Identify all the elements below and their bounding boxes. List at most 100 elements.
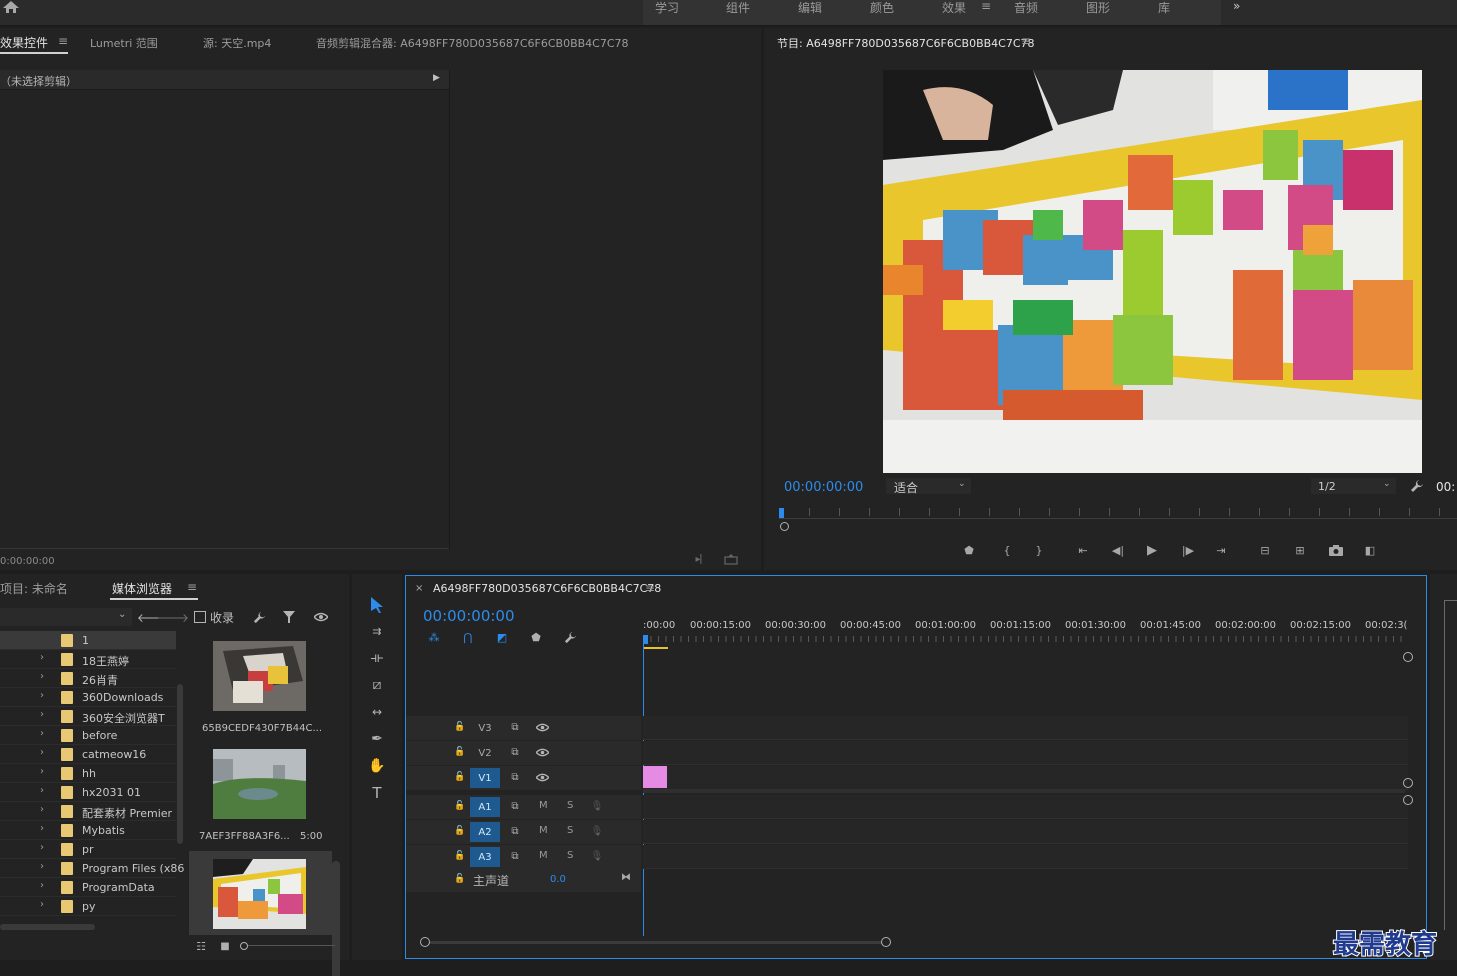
clip-thumbnail-3[interactable] <box>213 859 306 929</box>
home-icon[interactable] <box>2 0 20 14</box>
track-target-toggle[interactable]: A2 <box>470 822 500 842</box>
chevron-right-icon[interactable]: › <box>40 766 44 777</box>
folder-row[interactable]: › pr <box>0 840 176 859</box>
lock-icon[interactable]: 🔓 <box>454 825 466 837</box>
folder-row[interactable]: › 360Downloads <box>0 688 176 707</box>
audio-track-lane[interactable] <box>643 820 1408 844</box>
workspace-tab-libraries[interactable]: 库 <box>1158 0 1170 16</box>
mark-in-icon[interactable]: { <box>999 543 1015 557</box>
clip-grid-scrollbar[interactable] <box>332 861 340 976</box>
track-target-toggle[interactable]: V3 <box>470 718 500 738</box>
workspace-tab-color[interactable]: 颜色 <box>870 0 894 16</box>
workspace-tab-audio[interactable]: 音频 <box>1014 0 1038 16</box>
eye-icon[interactable] <box>535 722 549 732</box>
clip-thumbnail-1[interactable] <box>213 641 306 711</box>
track-target-toggle[interactable]: A3 <box>470 847 500 867</box>
wrench-icon[interactable] <box>252 610 266 624</box>
workspace-tab-learn[interactable]: 学习 <box>655 0 679 16</box>
sync-lock-icon[interactable]: ⧉ <box>508 825 522 837</box>
wrench-icon[interactable] <box>1409 478 1425 494</box>
tab-project[interactable]: 项目: 未命名 <box>0 580 68 597</box>
comparison-view-icon[interactable]: ◧ <box>1362 543 1378 557</box>
list-view-icon[interactable]: ☷ <box>193 940 209 953</box>
lock-icon[interactable]: 🔓 <box>454 721 466 733</box>
hand-tool-icon[interactable]: ✋ <box>367 756 387 776</box>
microphone-icon[interactable]: 🎙 <box>591 799 604 813</box>
sync-lock-icon[interactable]: ⧉ <box>508 800 522 812</box>
chevron-right-icon[interactable]: › <box>40 652 44 663</box>
program-timecode[interactable]: 00:00:00:00 <box>784 480 863 495</box>
solo-button[interactable]: S <box>567 850 573 861</box>
razor-tool-icon[interactable]: ⧄ <box>367 675 387 695</box>
lock-icon[interactable]: 🔓 <box>454 873 466 885</box>
audio-track-lane[interactable] <box>643 845 1408 869</box>
horizontal-zoom-scrollbar[interactable] <box>420 937 891 947</box>
go-to-in-icon[interactable]: ⇤ <box>1075 543 1091 557</box>
chevron-right-icon[interactable]: › <box>40 747 44 758</box>
chevron-right-icon[interactable]: › <box>40 880 44 891</box>
eye-icon[interactable] <box>535 772 549 782</box>
folder-list-scrollbar[interactable] <box>177 684 183 844</box>
mute-button[interactable]: M <box>539 850 548 861</box>
go-to-out-icon[interactable]: ⇥ <box>1213 543 1229 557</box>
fit-dropdown[interactable]: 适合 ⌄ <box>886 478 971 495</box>
workspace-tab-effects[interactable]: 效果 <box>942 0 966 16</box>
play-icon[interactable]: ▶ <box>1144 543 1160 558</box>
master-volume[interactable]: 0.0 <box>550 874 566 885</box>
camera-icon[interactable] <box>1328 543 1344 557</box>
program-time-ruler[interactable] <box>779 508 1457 531</box>
location-dropdown[interactable]: ⌄ <box>0 608 132 626</box>
track-target-toggle[interactable]: A1 <box>470 797 500 817</box>
zoom-handle[interactable] <box>780 522 789 531</box>
pen-tool-icon[interactable]: ✒ <box>367 729 387 749</box>
selection-tool-icon[interactable] <box>367 595 387 615</box>
workspace-tab-assembly[interactable]: 组件 <box>726 0 750 16</box>
vertical-zoom-handle[interactable] <box>1403 795 1413 805</box>
workspace-tab-editing[interactable]: 编辑 <box>798 0 822 16</box>
mark-out-icon[interactable]: } <box>1031 543 1047 557</box>
vertical-zoom-handle[interactable] <box>1403 778 1413 788</box>
folder-row[interactable]: › hh <box>0 764 176 783</box>
folder-row[interactable]: › before <box>0 726 176 745</box>
video-track-lane[interactable] <box>643 716 1408 740</box>
folder-row[interactable]: › py <box>0 897 176 916</box>
tab-audio-clip-mixer[interactable]: 音频剪辑混合器: A6498FF780D035687C6F6CB0BB4C7C7… <box>316 35 629 51</box>
type-tool-icon[interactable]: T <box>367 783 387 803</box>
lock-icon[interactable]: 🔓 <box>454 771 466 783</box>
playhead-marker[interactable] <box>779 508 784 518</box>
resolution-dropdown[interactable]: 1/2 ⌄ <box>1311 478 1396 494</box>
video-track-lane[interactable] <box>643 766 1408 790</box>
filter-icon[interactable] <box>282 610 296 624</box>
panel-menu-icon[interactable]: ≡ <box>58 34 68 48</box>
tab-effect-controls[interactable]: 效果控件 <box>0 34 48 51</box>
program-duration[interactable]: 00: <box>1436 480 1455 494</box>
export-icon[interactable] <box>722 552 740 566</box>
chevron-right-icon[interactable]: › <box>40 899 44 910</box>
folder-row[interactable]: › hx2031 01 <box>0 783 176 802</box>
sync-lock-icon[interactable]: ⧉ <box>508 721 522 733</box>
add-marker-icon[interactable]: ⬟ <box>961 543 977 557</box>
tab-media-browser[interactable]: 媒体浏览器 <box>112 580 172 597</box>
workspace-tab-graphics[interactable]: 图形 <box>1086 0 1110 16</box>
ripple-edit-tool-icon[interactable]: ⟛ <box>367 648 387 668</box>
effect-timecode[interactable]: 0:00:00:00 <box>0 556 55 567</box>
solo-button[interactable]: S <box>567 825 573 836</box>
sync-lock-icon[interactable]: ⧉ <box>508 771 522 783</box>
lock-icon[interactable]: 🔓 <box>454 800 466 812</box>
chevron-right-icon[interactable]: › <box>40 804 44 815</box>
chevron-right-icon[interactable]: › <box>40 690 44 701</box>
folder-row[interactable]: › Mybatis <box>0 821 176 840</box>
chevron-right-icon[interactable]: › <box>40 709 44 720</box>
eye-icon[interactable] <box>313 610 329 624</box>
v1-clip[interactable] <box>643 766 667 788</box>
solo-button[interactable]: S <box>567 800 573 811</box>
lift-icon[interactable]: ⊟ <box>1257 543 1273 557</box>
step-back-icon[interactable]: ◀| <box>1110 543 1126 557</box>
chevron-right-icon[interactable]: › <box>40 785 44 796</box>
mute-button[interactable]: M <box>539 800 548 811</box>
folder-row[interactable]: › ProgramData <box>0 878 176 897</box>
vertical-zoom-handle[interactable] <box>1403 652 1413 662</box>
video-track-lane[interactable] <box>643 741 1408 765</box>
track-target-toggle[interactable]: V2 <box>470 743 500 763</box>
zoom-slider[interactable] <box>240 942 335 950</box>
